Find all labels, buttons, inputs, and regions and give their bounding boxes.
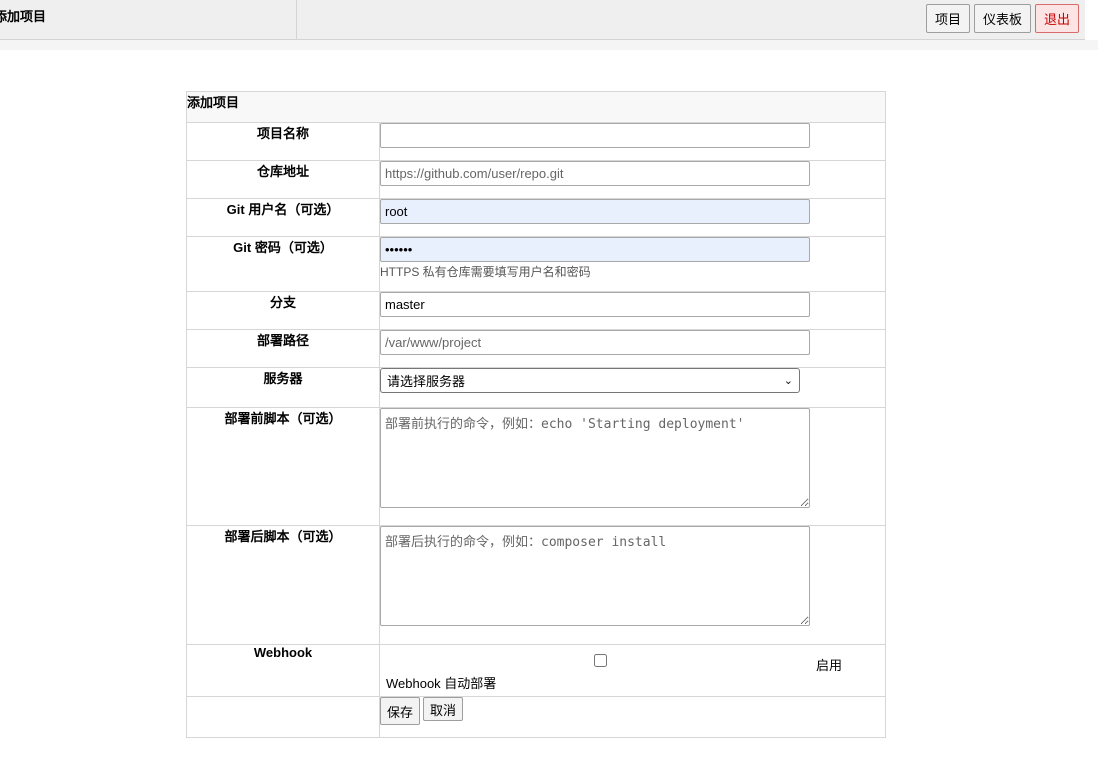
webhook-description: Webhook 自动部署 [386, 676, 497, 691]
chevron-down-icon: ⌄ [783, 375, 793, 387]
top-bar: 添加项目 项目 仪表板 退出 [0, 0, 1098, 50]
post-script-label: 部署后脚本（可选） [186, 525, 380, 645]
dashboard-button[interactable]: 仪表板 [973, 4, 1031, 33]
deploy-path-input[interactable] [380, 330, 810, 355]
projects-button[interactable]: 项目 [925, 4, 970, 33]
git-user-label: Git 用户名（可选） [186, 198, 380, 237]
logout-button[interactable]: 退出 [1034, 4, 1079, 33]
header-divider [296, 0, 297, 40]
form-table: 添加项目 项目名称 仓库地址 Git 用户名（可选） Git 密码（可选） HT… [186, 91, 886, 738]
actions-label-cell [186, 696, 380, 738]
save-button[interactable]: 保存 [380, 697, 421, 725]
git-password-input[interactable] [380, 237, 810, 262]
webhook-enable-label: 启用 [816, 658, 843, 673]
webhook-checkbox[interactable] [594, 654, 607, 667]
server-label: 服务器 [186, 367, 380, 408]
server-select-value: 请选择服务器 [387, 374, 466, 389]
header-panel: 添加项目 项目 仪表板 退出 [0, 0, 1085, 40]
project-name-label: 项目名称 [186, 122, 380, 161]
row-deploy-path: 部署路径 [186, 329, 886, 368]
row-actions: 保存 取消 [186, 696, 886, 738]
project-name-input[interactable] [380, 123, 810, 148]
header-nav: 项目 仪表板 退出 [925, 4, 1079, 33]
row-project-name: 项目名称 [186, 122, 886, 161]
page-title: 添加项目 [0, 9, 47, 24]
cancel-button[interactable]: 取消 [423, 697, 464, 721]
branch-input[interactable] [380, 292, 810, 317]
server-select[interactable]: 请选择服务器 ⌄ [380, 368, 800, 393]
row-branch: 分支 [186, 291, 886, 330]
form-caption-row: 添加项目 [186, 91, 886, 123]
row-webhook: Webhook 启用 Webhook 自动部署 [186, 644, 886, 697]
post-script-textarea[interactable] [380, 526, 810, 626]
header-shadow [0, 40, 1098, 50]
row-post-script: 部署后脚本（可选） [186, 525, 886, 645]
row-pre-script: 部署前脚本（可选） [186, 407, 886, 526]
add-project-form: 添加项目 项目名称 仓库地址 Git 用户名（可选） Git 密码（可选） HT… [186, 91, 886, 738]
repo-url-label: 仓库地址 [186, 160, 380, 199]
webhook-label: Webhook [186, 644, 380, 697]
form-caption: 添加项目 [186, 91, 886, 123]
repo-url-input[interactable] [380, 161, 810, 186]
git-user-input[interactable] [380, 199, 810, 224]
deploy-path-label: 部署路径 [186, 329, 380, 368]
git-password-label: Git 密码（可选） [186, 236, 380, 292]
pre-script-label: 部署前脚本（可选） [186, 407, 380, 526]
row-repo-url: 仓库地址 [186, 160, 886, 199]
git-password-hint: HTTPS 私有仓库需要填写用户名和密码 [380, 265, 591, 279]
row-git-password: Git 密码（可选） HTTPS 私有仓库需要填写用户名和密码 [186, 236, 886, 292]
row-git-user: Git 用户名（可选） [186, 198, 886, 237]
branch-label: 分支 [186, 291, 380, 330]
pre-script-textarea[interactable] [380, 408, 810, 508]
row-server: 服务器 请选择服务器 ⌄ [186, 367, 886, 408]
